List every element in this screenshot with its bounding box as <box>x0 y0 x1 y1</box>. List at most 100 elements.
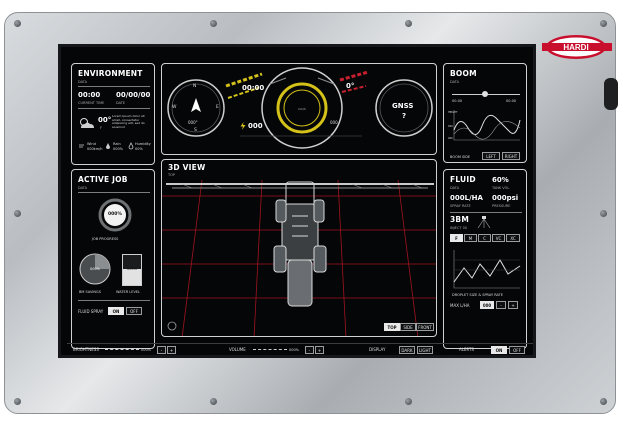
alerts-off-button[interactable]: OFF <box>509 346 525 354</box>
inject-title: 3BM <box>450 215 469 224</box>
tab-side[interactable]: SIDE <box>400 323 416 331</box>
side-knob[interactable] <box>604 78 618 110</box>
divider <box>78 192 150 193</box>
job-progress-value: 000% <box>108 212 122 217</box>
boom-right-value: 00.00 <box>506 99 517 103</box>
max-rate-label: MAX L/HA <box>450 303 470 308</box>
droplet-size-f-button[interactable]: F <box>450 234 463 242</box>
compass-label-s: S <box>194 128 197 133</box>
boom-left-button[interactable]: LEFT <box>482 152 500 160</box>
lightning-icon <box>240 122 246 130</box>
boom-right-button[interactable]: RIGHT <box>502 152 520 160</box>
fluid-spray-on-button[interactable]: ON <box>108 307 124 315</box>
active-job-panel: ACTIVE JOB DATA 000% JOB PROGRESS 000% B… <box>71 169 155 349</box>
gnss-label: GNSS <box>392 102 414 110</box>
volume-label: VOLUME <box>229 347 246 352</box>
divider <box>78 86 150 87</box>
divider <box>78 108 150 109</box>
pressure-value: 000psi <box>492 194 519 202</box>
pressure-label: PRESSURE <box>492 204 511 208</box>
fluid-panel: FLUID DATA 60% TANK VOL 000L/HA SPRAY RA… <box>443 169 527 349</box>
gauge-readout: 000 <box>330 120 338 125</box>
boom-graph-label: HEIGHT <box>448 111 458 114</box>
touch-screen: ENVIRONMENT DATA 00:00 CURRENT TIME 00/0… <box>58 44 536 358</box>
volume-increase-button[interactable]: + <box>315 346 324 354</box>
bottom-bar: BRIGHTNESS 000% - + VOLUME 000% - + DISP… <box>67 343 533 355</box>
gnss-value: ? <box>402 112 407 120</box>
display-dark-button[interactable]: DARK <box>399 346 415 354</box>
alerts-on-button[interactable]: ON <box>491 346 507 354</box>
speed-value: 000 <box>248 122 263 130</box>
dashboard-panel: N E S W 000° 00:00 0° 000 km/h 000 GNSS … <box>161 63 437 155</box>
3d-field-grid <box>162 179 436 336</box>
wind-icon <box>79 144 84 148</box>
boom-side-label: BOOM SIDE <box>450 155 471 159</box>
screw <box>14 398 21 405</box>
screw <box>210 20 217 27</box>
fluid-spray-off-button[interactable]: OFF <box>126 307 142 315</box>
brightness-label: BRIGHTNESS <box>73 347 99 352</box>
droplet-size-chart <box>453 250 521 289</box>
wind-value: 000km/h <box>87 147 103 151</box>
screw <box>405 398 412 405</box>
bm-savings-label: BM SAVINGS <box>79 290 101 294</box>
spray-rate-value: 000L/HA <box>450 194 483 202</box>
droplet-size-xc-button[interactable]: XC <box>506 234 520 242</box>
bm-savings-value: 000% <box>89 267 100 271</box>
droplet-size-c-button[interactable]: C <box>478 234 491 242</box>
brightness-slider[interactable] <box>105 349 139 350</box>
rain-value: 000% <box>113 147 124 151</box>
tab-front[interactable]: FRONT <box>416 323 434 331</box>
max-rate-value: 000 <box>480 301 494 309</box>
tank-volume-value: 60% <box>492 176 509 184</box>
max-rate-increase-button[interactable]: + <box>508 301 518 309</box>
rain-icon <box>106 143 110 149</box>
fluid-title: FLUID <box>450 175 476 184</box>
brand-name: HARDI <box>563 43 588 52</box>
display-light-button[interactable]: LIGHT <box>417 346 433 354</box>
tab-top[interactable]: TOP <box>384 323 400 331</box>
display-label: DISPLAY <box>369 347 386 352</box>
environment-panel: ENVIRONMENT DATA 00:00 CURRENT TIME 00/0… <box>71 63 155 165</box>
brightness-increase-button[interactable]: + <box>167 346 176 354</box>
clock-value: 00:00 <box>242 84 265 92</box>
screw <box>405 20 412 27</box>
environment-subtitle: DATA <box>78 80 88 84</box>
boom-left-value: 00.00 <box>452 99 463 103</box>
compass-heading-value: 000° <box>188 120 198 125</box>
fluid-spray-label: FLUID SPRAY <box>78 309 104 314</box>
boom-title: BOOM <box>450 69 477 78</box>
time-value: 00:00 <box>78 91 101 99</box>
screw <box>210 398 217 405</box>
boom-graph-tick: 000 <box>448 125 453 128</box>
speed-unit: km/h <box>298 107 306 111</box>
screw <box>14 20 21 27</box>
droplet-size-vc-button[interactable]: VC <box>492 234 505 242</box>
divider <box>78 300 150 301</box>
degrees-value: 0° <box>346 82 355 90</box>
volume-decrease-button[interactable]: - <box>305 346 314 354</box>
volume-value: 000% <box>289 348 300 352</box>
brand-logo: HARDI <box>542 34 616 60</box>
boom-subtitle: DATA <box>450 80 460 84</box>
brightness-decrease-button[interactable]: - <box>157 346 166 354</box>
humidity-icon <box>128 142 134 150</box>
boom-slider-handle[interactable] <box>482 91 488 97</box>
nozzle-spray-icon <box>477 216 491 228</box>
humidity-value: 00% <box>135 147 143 151</box>
screw <box>600 210 607 217</box>
job-progress-label: JOB PROGRESS <box>92 237 119 241</box>
temperature-value: 00° <box>98 116 112 124</box>
compass-label-e: E <box>216 105 219 110</box>
active-job-title: ACTIVE JOB <box>78 175 128 184</box>
partly-cloudy-icon <box>80 118 94 128</box>
screw <box>600 20 607 27</box>
temperature-unit: F <box>100 126 103 130</box>
volume-slider[interactable] <box>253 349 287 350</box>
environment-title: ENVIRONMENT <box>78 69 143 78</box>
max-rate-decrease-button[interactable]: - <box>496 301 506 309</box>
time-label: CURRENT TIME <box>78 101 105 105</box>
active-job-subtitle: DATA <box>78 186 88 190</box>
droplet-size-m-button[interactable]: M <box>464 234 477 242</box>
brightness-value: 000% <box>141 348 152 352</box>
